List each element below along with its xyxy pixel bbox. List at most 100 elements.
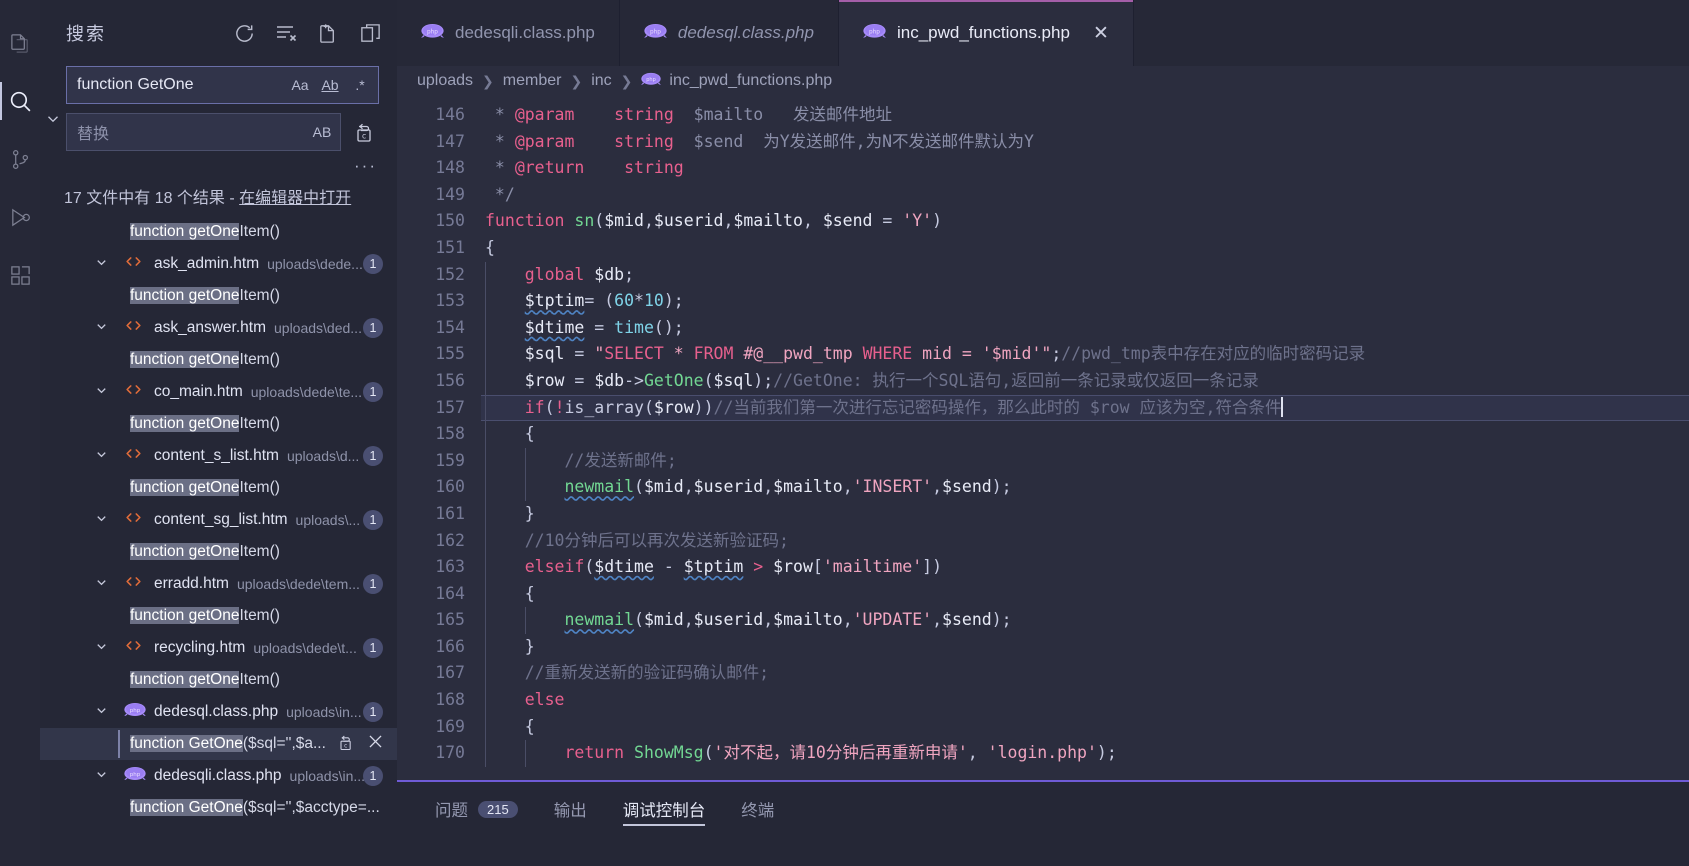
editor-tab[interactable]: php inc_pwd_functions.php ✕ (838, 0, 1134, 66)
code-line[interactable]: //重新发送新的验证码确认邮件; (481, 660, 1689, 688)
code-token: * (485, 105, 515, 124)
breadcrumb-item[interactable]: member (503, 72, 562, 90)
search-result-match-row[interactable]: function getOneItem() (40, 408, 397, 440)
code-line[interactable]: * @return string (481, 155, 1689, 182)
breadcrumb-item[interactable]: inc (591, 72, 611, 90)
search-result-file-row[interactable]: php dedesql.class.php uploads\in... 1 (40, 696, 397, 728)
preserve-case-icon[interactable]: AB (310, 120, 334, 144)
replace-all-icon[interactable]: c (349, 117, 379, 147)
replace-icon[interactable]: c (336, 732, 356, 757)
editor-vertical-scrollbar[interactable] (1675, 96, 1689, 780)
search-result-match-row[interactable]: function getOneItem() (40, 344, 397, 376)
search-result-match-row[interactable]: function getOneItem() (40, 472, 397, 504)
code-line[interactable]: return ShowMsg('对不起，请10分钟后再重新申请', 'login… (481, 740, 1689, 767)
clear-all-icon[interactable] (273, 20, 299, 46)
search-result-file-row[interactable]: content_sg_list.htm uploads\... 1 (40, 504, 397, 536)
chevron-down-icon[interactable] (94, 511, 109, 529)
editor-tab[interactable]: php dedesql.class.php (619, 0, 839, 66)
code-line[interactable]: * @param string $mailto 发送邮件地址 (481, 102, 1689, 129)
search-input[interactable]: function GetOne Aa Ab .* (66, 66, 379, 104)
activity-item-source-control[interactable] (0, 130, 40, 188)
search-result-file-row[interactable]: erradd.htm uploads\dede\tem... 1 (40, 568, 397, 600)
code-line[interactable]: } (481, 500, 1689, 528)
panel-tab[interactable]: 问题 215 (417, 782, 536, 836)
code-line[interactable]: if(!is_array($row))//当前我们第一次进行忘记密码操作，那么此… (481, 394, 1689, 422)
code-line[interactable]: { (481, 235, 1689, 262)
chevron-down-icon[interactable] (94, 319, 109, 337)
new-search-editor-icon[interactable] (315, 20, 341, 46)
search-result-file-row[interactable]: content_s_list.htm uploads\d... 1 (40, 440, 397, 472)
match-whole-word-icon[interactable]: Ab (318, 73, 342, 97)
code-line[interactable]: else (481, 687, 1689, 714)
chevron-down-icon[interactable] (94, 383, 109, 401)
code-line[interactable]: //发送新邮件; (481, 447, 1689, 475)
code-line[interactable]: $sql = "SELECT * FROM #@__pwd_tmp WHERE … (481, 341, 1689, 368)
search-result-file-row[interactable]: co_main.htm uploads\dede\te... 1 (40, 376, 397, 408)
code-line[interactable]: newmail($mid,$userid,$mailto,'INSERT',$s… (481, 474, 1689, 501)
code-line[interactable]: $dtime = time(); (481, 314, 1689, 342)
code-line[interactable]: $row = $db->GetOne($sql);//GetOne: 执行一个S… (481, 367, 1689, 395)
replace-input[interactable]: 替换 AB (66, 113, 341, 151)
code-token: return (564, 743, 635, 763)
search-result-file-row[interactable]: ask_admin.htm uploads\dede... 1 (40, 248, 397, 280)
search-results-list[interactable]: function getOneItem() ask_admin.htm upload… (40, 216, 397, 866)
code-content[interactable]: * @param string $mailto 发送邮件地址 * @param … (481, 96, 1689, 780)
panel-tab[interactable]: 终端 (723, 782, 792, 836)
match-count-badge: 1 (363, 574, 383, 594)
search-result-match-row[interactable]: function GetOne($sql='',$acctype=... (40, 792, 397, 824)
panel-tab[interactable]: 调试控制台 (605, 782, 724, 836)
match-text: function getOneItem() (130, 671, 280, 689)
search-result-match-row[interactable]: function getOneItem() (40, 216, 397, 248)
code-line[interactable]: newmail($mid,$userid,$mailto,'UPDATE',$s… (481, 607, 1689, 634)
match-case-icon[interactable]: Aa (288, 73, 312, 97)
chevron-down-icon[interactable] (94, 575, 109, 593)
search-result-file-row[interactable]: recycling.htm uploads\dede\t... 1 (40, 632, 397, 664)
search-result-match-row[interactable]: function getOneItem() (40, 600, 397, 632)
open-in-editor-link[interactable]: 在编辑器中打开 (239, 190, 351, 207)
code-editor[interactable]: 146 147 148 149 150 151 152 153 154 155 156 157 158 1… (397, 96, 1689, 780)
search-details-toggle[interactable]: ··· (66, 157, 379, 180)
code-line[interactable]: //10分钟后可以再次发送新验证码; (481, 527, 1689, 555)
code-line[interactable]: function sn($mid,$userid,$mailto, $send … (481, 208, 1689, 235)
breadcrumb-item[interactable]: php inc_pwd_functions.php (641, 72, 832, 91)
search-result-match-row[interactable]: function getOneItem() (40, 536, 397, 568)
close-icon[interactable] (366, 732, 385, 756)
search-result-match-row[interactable]: function getOneItem() (40, 664, 397, 696)
search-result-match-row[interactable]: function GetOne($sql='',$a... c (40, 728, 397, 760)
match-text: function getOneItem() (130, 479, 280, 497)
code-line[interactable]: { (481, 421, 1689, 448)
use-regex-icon[interactable]: .* (348, 73, 372, 97)
code-line[interactable]: global $db; (481, 261, 1689, 289)
panel-tab[interactable]: 输出 (536, 782, 605, 836)
code-line[interactable]: * @param string $send 为Y发送邮件,为N不发送邮件默认为Y (481, 129, 1689, 156)
code-line[interactable]: { (481, 713, 1689, 741)
code-line[interactable]: elseif($dtime - $tptim > $row['mailtime'… (481, 554, 1689, 581)
panes-icon[interactable] (357, 20, 383, 46)
activity-item-explorer[interactable] (0, 14, 40, 72)
breadcrumb-item[interactable]: uploads (417, 72, 473, 90)
search-result-file-row[interactable]: ask_answer.htm uploads\ded... 1 (40, 312, 397, 344)
code-line[interactable]: { (481, 580, 1689, 608)
chevron-down-icon[interactable] (44, 110, 62, 180)
chevron-down-icon[interactable] (94, 767, 109, 785)
chevron-down-icon[interactable] (94, 447, 109, 465)
code-line[interactable]: $tptim= (60*10); (481, 288, 1689, 315)
code-line[interactable]: } (481, 633, 1689, 661)
sidebar-scrollbar[interactable] (387, 0, 397, 866)
activity-item-extensions[interactable] (0, 246, 40, 304)
code-line[interactable]: */ (481, 182, 1689, 209)
chevron-down-icon[interactable] (94, 255, 109, 273)
chevron-down-icon[interactable] (94, 703, 109, 721)
search-result-file-row[interactable]: php dedesqli.class.php uploads\in... 1 (40, 760, 397, 792)
chevron-down-icon[interactable] (94, 639, 109, 657)
code-token: 60 (614, 291, 635, 311)
close-icon[interactable]: ✕ (1093, 22, 1109, 45)
refresh-icon[interactable] (231, 20, 257, 46)
code-token: $userid (693, 477, 764, 497)
search-result-match-row[interactable]: function getOneItem() (40, 280, 397, 312)
match-text: function getOneItem() (130, 543, 280, 561)
activity-item-search[interactable] (0, 72, 40, 130)
activity-item-run-debug[interactable] (0, 188, 40, 246)
editor-tab[interactable]: php dedesqli.class.php (397, 0, 620, 66)
